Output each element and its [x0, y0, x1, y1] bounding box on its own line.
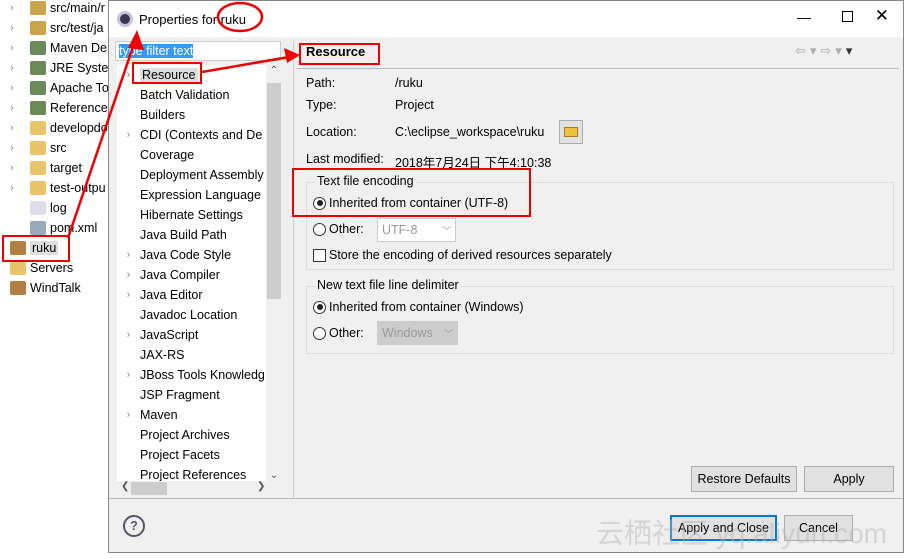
annotation-box-encoding [292, 168, 531, 217]
arrow-head [284, 48, 300, 63]
arrow-line [66, 34, 139, 239]
annotation-box-resource-heading [299, 43, 380, 65]
title-highlight-ellipse [216, 1, 264, 33]
annotation-box-ruku [2, 235, 70, 262]
arrow-line [201, 54, 296, 74]
annotation-box-resource-tree [132, 62, 202, 84]
arrow-head [128, 30, 144, 50]
